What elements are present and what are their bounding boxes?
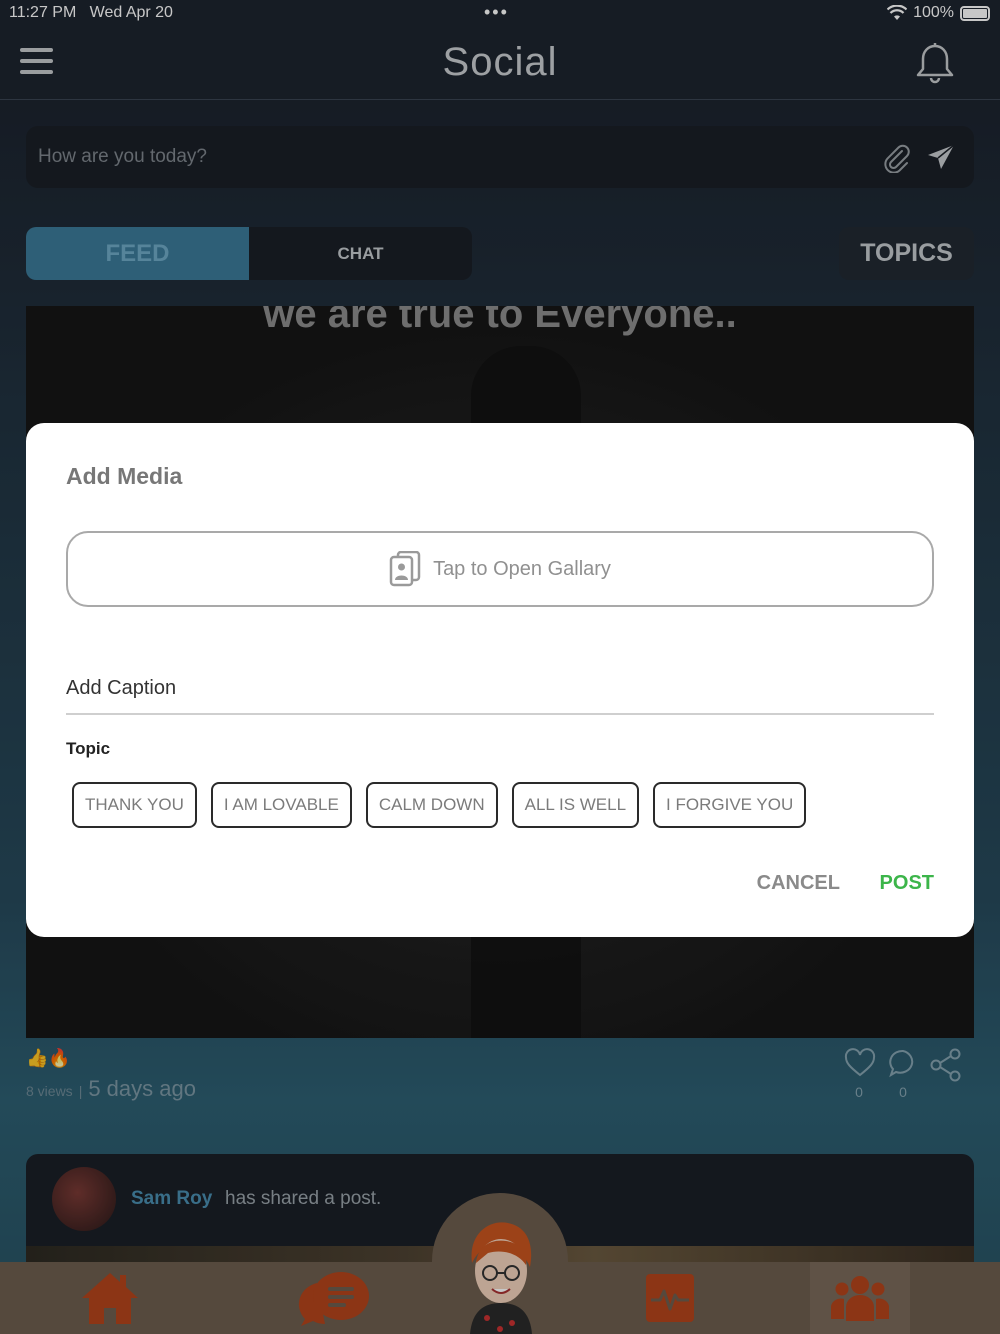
topic-chips: THANK YOU I AM LOVABLE CALM DOWN ALL IS … [72,782,807,828]
add-media-dialog: Add Media Tap to Open Gallary Topic THAN… [26,423,974,937]
gallery-button-label: Tap to Open Gallary [433,557,611,580]
topic-chip-i-forgive-you[interactable]: I FORGIVE YOU [653,782,807,828]
dialog-title: Add Media [66,463,183,489]
open-gallery-button[interactable]: Tap to Open Gallary [66,531,934,607]
topic-chip-thank-you[interactable]: THANK YOU [72,782,197,828]
gallery-icon [389,551,421,587]
caption-input[interactable] [66,663,934,715]
topic-chip-calm-down[interactable]: CALM DOWN [365,782,498,828]
topic-label: Topic [66,739,111,758]
topic-chip-i-am-lovable[interactable]: I AM LOVABLE [210,782,352,828]
cancel-button[interactable]: CANCEL [757,872,840,895]
post-button[interactable]: POST [880,872,934,895]
topic-chip-all-is-well[interactable]: ALL IS WELL [511,782,640,828]
